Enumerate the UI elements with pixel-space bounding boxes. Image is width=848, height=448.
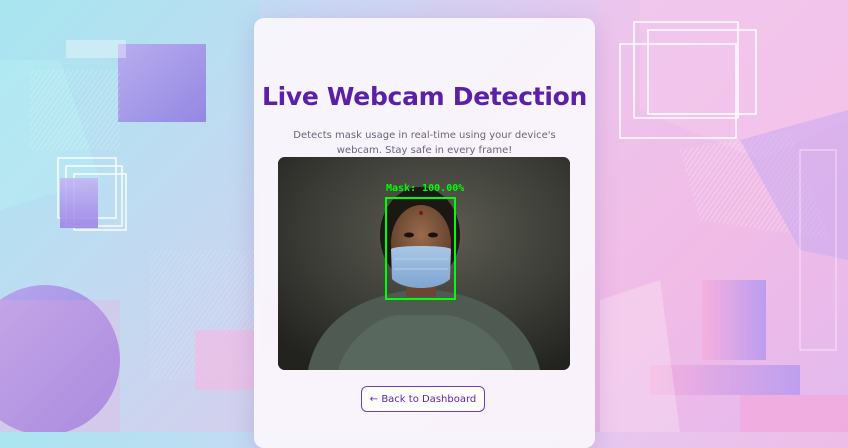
- arrow-left-icon: ←: [369, 394, 379, 405]
- back-button-label: Back to Dashboard: [381, 394, 477, 405]
- page-title: Live Webcam Detection: [261, 82, 588, 111]
- back-to-dashboard-button[interactable]: ← Back to Dashboard: [361, 386, 485, 412]
- page-subtitle: Detects mask usage in real-time using yo…: [293, 130, 556, 156]
- webcam-feed: Mask: 100.00%: [278, 157, 570, 370]
- face-mask: [391, 246, 451, 288]
- detection-card: Live Webcam Detection Detects mask usage…: [254, 18, 595, 448]
- webcam-frame: Mask: 100.00%: [278, 157, 570, 370]
- detection-label: Mask: 100.00%: [386, 183, 464, 194]
